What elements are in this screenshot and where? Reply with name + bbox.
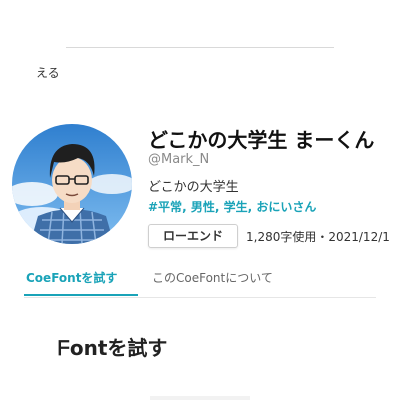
usage-meta: 1,280字使用・2021/12/1	[246, 230, 390, 244]
avatar	[12, 124, 132, 244]
tag-item[interactable]: #平常	[148, 200, 182, 214]
tag-item[interactable]: おにいさん	[256, 200, 316, 214]
tag-item[interactable]: 学生	[224, 200, 248, 214]
bottom-edge-element	[150, 396, 250, 400]
section-heading: ᖴontを試す	[58, 336, 168, 360]
tab-divider	[24, 297, 376, 298]
profile-bio: どこかの大学生	[148, 180, 239, 195]
tag-separator: ,	[214, 200, 224, 214]
tag-separator: ,	[182, 200, 191, 214]
profile-display-name: どこかの大学生 まーくん	[148, 128, 375, 152]
avatar-illustration	[12, 124, 132, 244]
top-divider	[66, 47, 334, 48]
tag-item[interactable]: 男性	[191, 200, 215, 214]
quality-badge: ローエンド	[148, 224, 239, 248]
tab-try-coefont[interactable]: CoeFontを試す	[26, 269, 117, 286]
tag-list: #平常, 男性, 学生, おにいさん	[148, 198, 316, 215]
active-tab-indicator	[24, 294, 138, 296]
tab-about-coefont[interactable]: このCoeFontについて	[152, 269, 273, 286]
truncated-text: える	[36, 66, 60, 80]
profile-handle: @Mark_N	[148, 152, 210, 167]
